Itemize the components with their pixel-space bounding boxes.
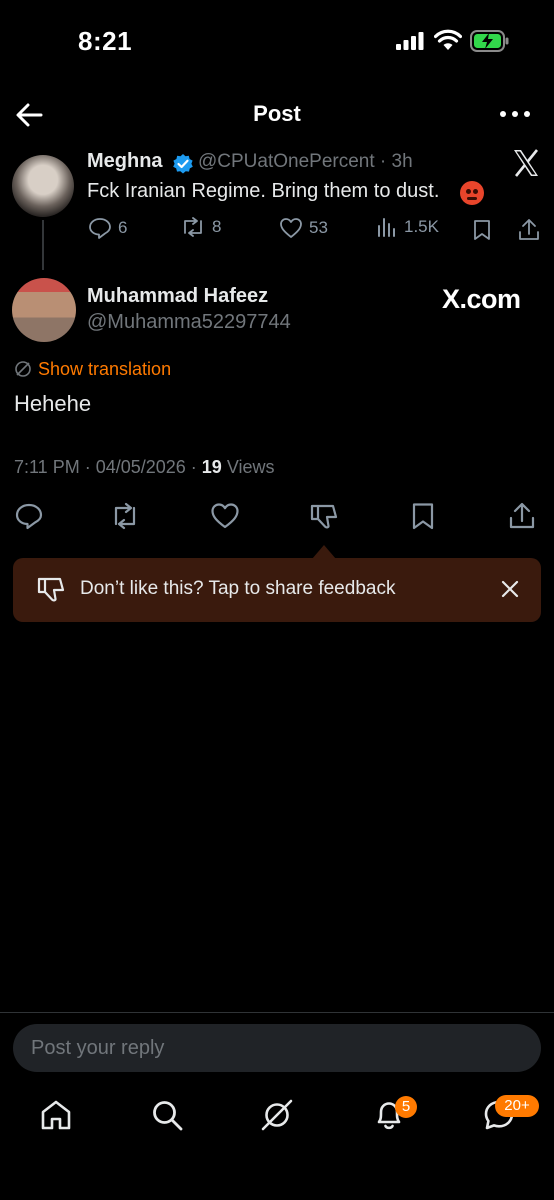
reply-icon[interactable] <box>14 502 44 530</box>
reply-placeholder: Post your reply <box>31 1037 165 1059</box>
dislike-icon <box>37 577 65 602</box>
feedback-prompt[interactable]: Don’t like this? Tap to share feedback <box>80 578 395 600</box>
post-text: Hehehe <box>14 391 92 416</box>
divider <box>0 1012 554 1013</box>
bookmark-icon[interactable] <box>408 502 438 530</box>
x-logo-icon <box>514 149 539 177</box>
show-translation-link[interactable]: Show translation <box>38 359 171 380</box>
reply-button[interactable]: 6 <box>88 217 127 239</box>
author-name[interactable]: Meghna <box>87 150 163 173</box>
x-com-watermark: X.com <box>442 284 521 314</box>
status-time: 8:21 <box>78 26 133 56</box>
author-handle[interactable]: @CPUatOnePercent · 3h <box>198 151 413 173</box>
post-text: Fck Iranian Regime. Bring them to dust. <box>87 180 440 202</box>
notifications-badge: 5 <box>395 1096 417 1118</box>
repost-count: 8 <box>212 217 222 236</box>
translate-globe-icon <box>15 361 31 377</box>
repost-button[interactable]: 8 <box>180 217 221 237</box>
share-icon[interactable] <box>518 218 540 242</box>
views-label: Views <box>221 457 275 477</box>
avatar[interactable] <box>12 278 76 342</box>
heart-icon <box>280 218 302 238</box>
reply-icon <box>89 218 111 239</box>
avatar[interactable] <box>12 155 74 217</box>
more-options-icon[interactable] <box>498 104 532 124</box>
messages-badge: 20+ <box>495 1095 539 1117</box>
post-metadata: 7:11 PM · 04/05/2026 · 19 Views <box>14 457 275 478</box>
views-count: 1.5K <box>404 217 439 236</box>
bookmark-icon[interactable] <box>472 219 492 241</box>
like-count: 53 <box>309 218 328 237</box>
views-chart-icon <box>378 218 395 237</box>
views-button[interactable]: 1.5K <box>376 217 439 237</box>
verified-badge-icon <box>173 154 193 174</box>
page-title: Post <box>253 101 301 126</box>
grok-icon[interactable] <box>260 1098 294 1132</box>
author-handle[interactable]: @Muhamma52297744 <box>87 311 291 334</box>
post-timestamp[interactable]: 7:11 PM · 04/05/2026 · <box>14 457 202 477</box>
search-icon[interactable] <box>150 1098 184 1132</box>
heart-icon[interactable] <box>210 502 240 530</box>
author-name[interactable]: Muhammad Hafeez <box>87 285 268 308</box>
share-icon[interactable] <box>507 502 537 530</box>
repost-icon <box>184 217 202 237</box>
views-count: 19 <box>201 457 222 477</box>
angry-face-emoji-icon <box>460 181 484 205</box>
close-icon[interactable] <box>500 579 520 599</box>
banner-pointer <box>312 545 336 559</box>
home-icon[interactable] <box>39 1098 73 1132</box>
cellular-signal-icon <box>396 32 424 50</box>
like-button[interactable]: 53 <box>279 217 328 239</box>
wifi-icon <box>434 29 462 50</box>
thread-connector <box>42 220 44 270</box>
reply-count: 6 <box>118 218 128 237</box>
repost-icon[interactable] <box>110 502 140 530</box>
battery-charging-icon <box>470 30 509 52</box>
dislike-icon[interactable] <box>309 502 339 530</box>
